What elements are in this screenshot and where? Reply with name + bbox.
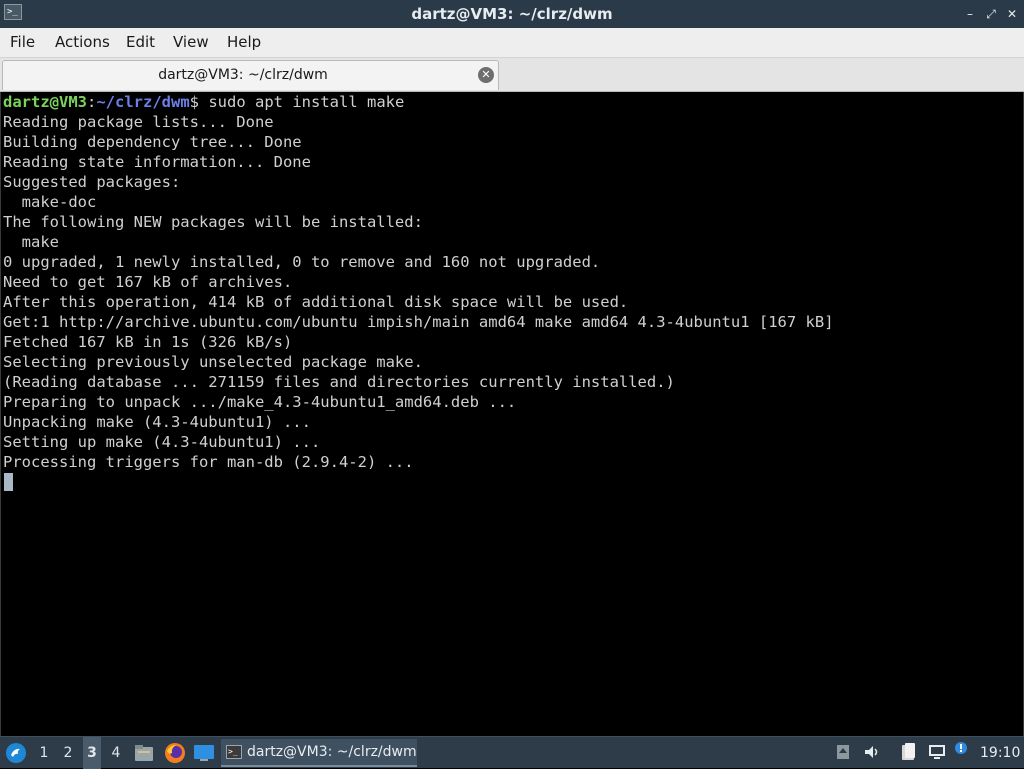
output-line: 0 upgraded, 1 newly installed, 0 to remo…: [3, 253, 601, 271]
prompt-line: dartz@VM3:~/clrz/dwm$ sudo apt install m…: [3, 92, 404, 112]
output-line: Suggested packages:: [3, 173, 181, 191]
volume-icon[interactable]: [863, 743, 881, 761]
tab-bar: dartz@VM3: ~/clrz/dwm ✕: [0, 58, 1024, 92]
prompt-user-host: dartz@VM3: [3, 93, 87, 111]
terminal-task-icon: >_: [226, 745, 242, 759]
output-line: Reading state information... Done: [3, 153, 311, 171]
window-title: dartz@VM3: ~/clrz/dwm: [411, 5, 613, 23]
desktop-icon[interactable]: [193, 744, 215, 762]
menu-file[interactable]: File: [10, 28, 35, 57]
terminal-view[interactable]: dartz@VM3:~/clrz/dwm$ sudo apt install m…: [0, 92, 1024, 736]
clipboard-icon[interactable]: [899, 742, 919, 762]
menubar: File Actions Edit View Help: [0, 28, 1024, 58]
task-label: dartz@VM3: ~/clrz/dwm: [247, 744, 417, 760]
workspace-3[interactable]: 3: [83, 737, 101, 769]
prompt-colon: :: [87, 93, 97, 111]
firefox-icon[interactable]: [164, 742, 186, 764]
output-line: Setting up make (4.3-4ubuntu1) ...: [3, 433, 321, 451]
workspace-4[interactable]: 4: [107, 737, 125, 769]
output-line: Processing triggers for man-db (2.9.4-2)…: [3, 453, 414, 471]
taskbar: 1 2 3 4 >_ dartz@VM3: ~/clrz/dwm 19:10: [0, 736, 1024, 769]
clock[interactable]: 19:10: [980, 737, 1020, 769]
prompt-path: ~/clrz/dwm: [96, 93, 190, 111]
menu-help[interactable]: Help: [227, 28, 261, 57]
output-line: make: [3, 233, 59, 251]
output-line: Need to get 167 kB of archives.: [3, 273, 293, 291]
output-line: Preparing to unpack .../make_4.3-4ubuntu…: [3, 393, 517, 411]
prompt-dollar: $: [189, 93, 200, 111]
terminal-task-glyph: >_: [228, 747, 238, 756]
output-line: Get:1 http://archive.ubuntu.com/ubuntu i…: [3, 313, 834, 331]
output-line: Fetched 167 kB in 1s (326 kB/s): [3, 333, 293, 351]
menu-edit[interactable]: Edit: [126, 28, 155, 57]
output-line: Building dependency tree... Done: [3, 133, 302, 151]
maximize-button[interactable]: ⤢: [984, 7, 998, 21]
prompt-command: sudo apt install make: [199, 93, 405, 111]
output-line: make-doc: [3, 193, 97, 211]
menu-view[interactable]: View: [173, 28, 209, 57]
update-notification-icon[interactable]: [954, 741, 968, 755]
terminal-cursor: [4, 473, 13, 491]
close-window-button[interactable]: ✕: [1005, 7, 1019, 21]
taskbar-terminal-task[interactable]: >_ dartz@VM3: ~/clrz/dwm: [221, 739, 417, 767]
network-icon[interactable]: [927, 743, 949, 761]
output-line: Reading package lists... Done: [3, 113, 274, 131]
start-menu-icon[interactable]: [5, 742, 27, 764]
tab-terminal[interactable]: dartz@VM3: ~/clrz/dwm ✕: [2, 60, 499, 90]
output-line: Unpacking make (4.3-4ubuntu1) ...: [3, 413, 311, 431]
disk-icon[interactable]: [834, 743, 852, 761]
workspace-2[interactable]: 2: [59, 737, 77, 769]
tab-label: dartz@VM3: ~/clrz/dwm: [158, 67, 328, 83]
output-line: Selecting previously unselected package …: [3, 353, 423, 371]
minimize-button[interactable]: –: [963, 7, 977, 21]
output-line: (Reading database ... 271159 files and d…: [3, 373, 675, 391]
output-line: After this operation, 414 kB of addition…: [3, 293, 629, 311]
menu-actions[interactable]: Actions: [55, 28, 110, 57]
workspace-1[interactable]: 1: [35, 737, 53, 769]
output-line: The following NEW packages will be insta…: [3, 213, 423, 231]
window-titlebar[interactable]: >_ dartz@VM3: ~/clrz/dwm – ⤢ ✕: [0, 0, 1024, 28]
file-manager-icon[interactable]: [134, 743, 154, 763]
tab-close-icon[interactable]: ✕: [478, 67, 494, 83]
